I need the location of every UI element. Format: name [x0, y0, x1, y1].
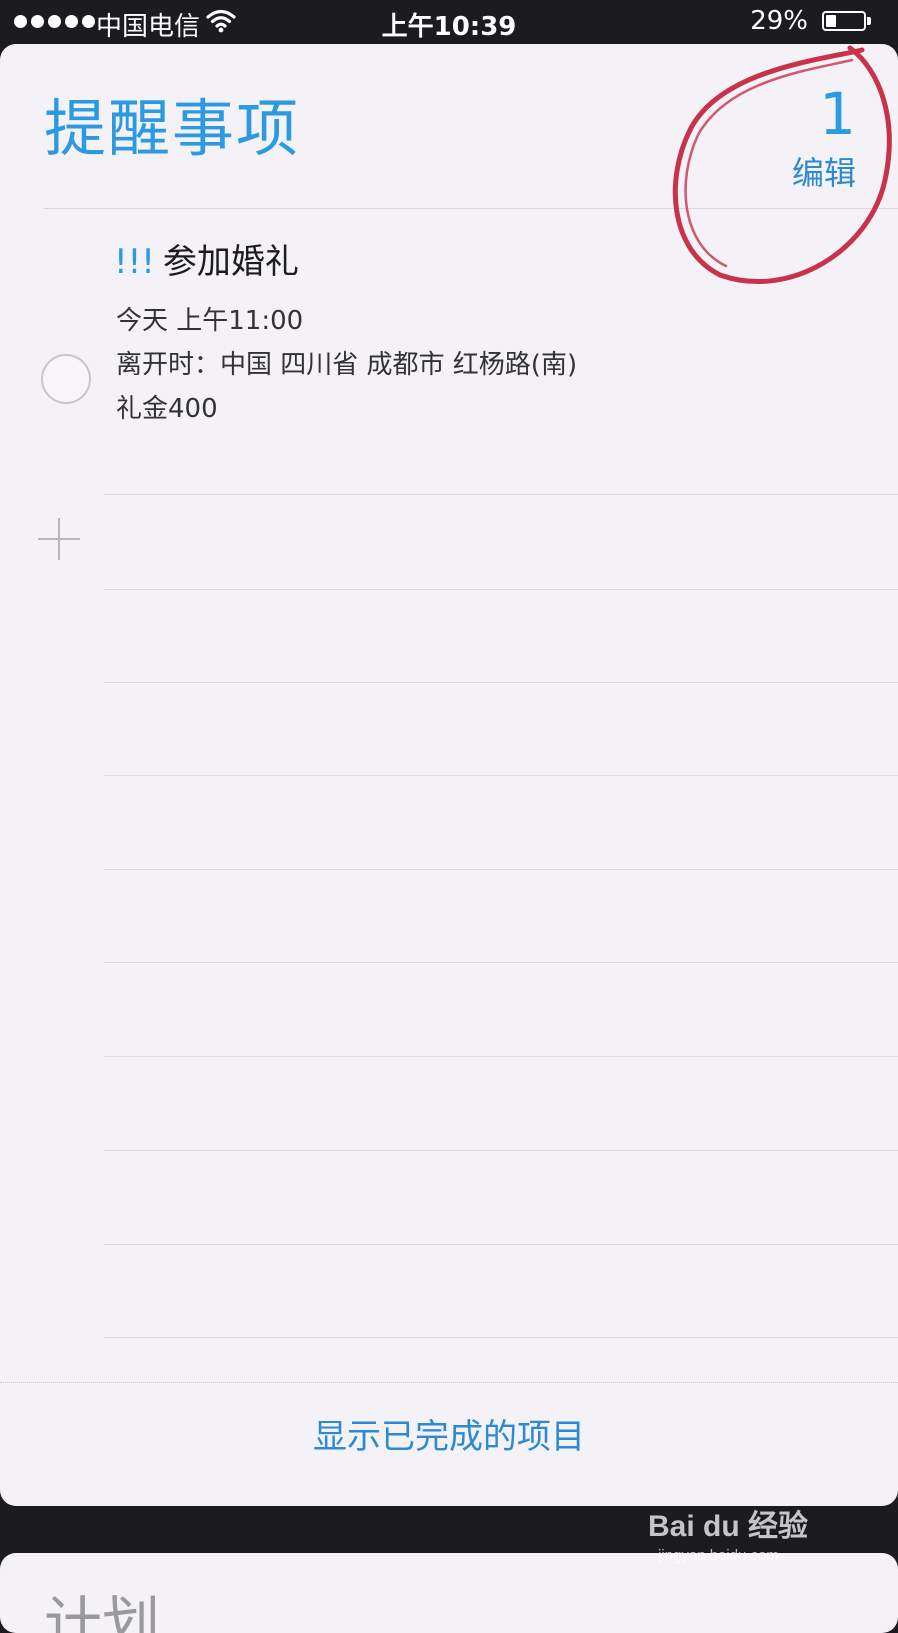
empty-row-line	[104, 1337, 898, 1338]
reminder-note: 礼金400	[116, 394, 218, 424]
reminder-title: 参加婚礼	[162, 242, 299, 282]
svg-text:jingyan.baidu.com: jingyan.baidu.com	[657, 1547, 779, 1564]
reminder-title-row[interactable]: !!! 参加婚礼	[114, 234, 299, 283]
priority-marker: !!!	[114, 242, 155, 282]
show-completed-button[interactable]: 显示已完成的项目	[0, 1409, 898, 1458]
empty-row-line	[104, 1244, 898, 1245]
empty-row-line	[104, 494, 898, 495]
reminder-location: 离开时：中国 四川省 成都市 红杨路(南)	[116, 350, 578, 380]
status-bar: 中国电信 上午10:39 29%	[0, 0, 898, 44]
baidu-watermark: Bai du 经验 jingyan.baidu.com	[644, 1500, 844, 1566]
battery-icon	[822, 11, 866, 31]
edit-button[interactable]: 编辑	[792, 148, 856, 194]
reminder-count: 1	[819, 80, 856, 148]
battery-percent: 29%	[750, 6, 808, 36]
next-list-title: 计划	[44, 1590, 161, 1633]
empty-row-line	[104, 869, 898, 870]
complete-checkbox[interactable]	[41, 354, 91, 404]
empty-row-line	[104, 589, 898, 590]
reminders-list-card: 提醒事项 1 编辑 !!! 参加婚礼 今天 上午11:00 离开时：中国 四川省 …	[0, 44, 898, 1506]
battery-tip	[867, 17, 871, 25]
list-title: 提醒事项	[44, 92, 301, 165]
reminder-due: 今天 上午11:00	[116, 306, 304, 336]
reminder-item[interactable]: !!! 参加婚礼 今天 上午11:00 离开时：中国 四川省 成都市 红杨路(南)…	[0, 224, 898, 494]
empty-row-line	[104, 1056, 898, 1057]
header-divider	[44, 208, 898, 209]
baidu-logo-icon: Bai du 经验 jingyan.baidu.com	[648, 1509, 808, 1564]
empty-row-line	[104, 1150, 898, 1151]
add-icon[interactable]	[38, 518, 80, 560]
empty-row-line	[104, 682, 898, 683]
svg-text:Bai du 经验: Bai du 经验	[648, 1509, 808, 1543]
empty-row-line	[104, 962, 898, 963]
empty-row-line	[104, 775, 898, 776]
footer-divider	[0, 1382, 898, 1383]
